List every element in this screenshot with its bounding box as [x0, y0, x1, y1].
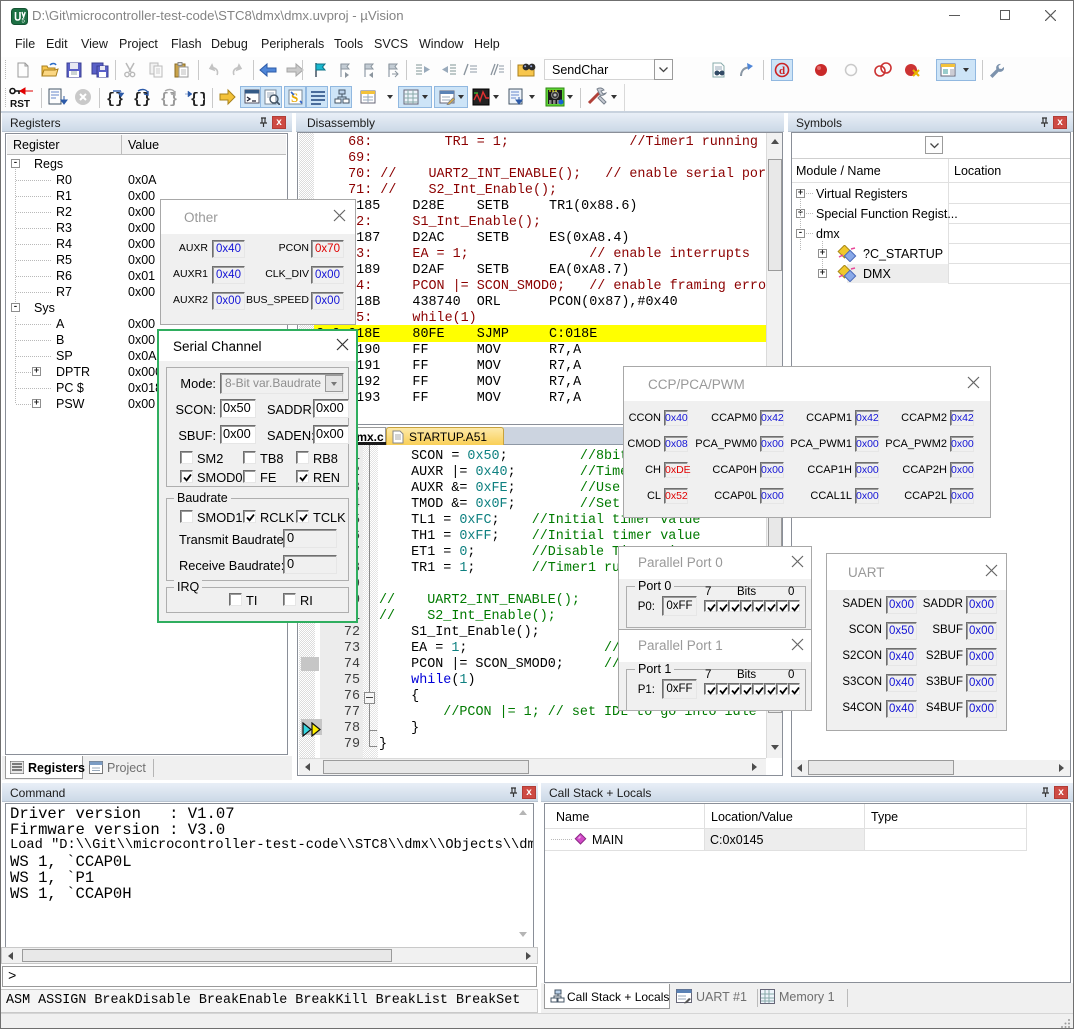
- svg-text:RST: RST: [10, 99, 30, 110]
- svg-text:d: d: [779, 65, 785, 77]
- svg-text:{}: {}: [190, 91, 205, 106]
